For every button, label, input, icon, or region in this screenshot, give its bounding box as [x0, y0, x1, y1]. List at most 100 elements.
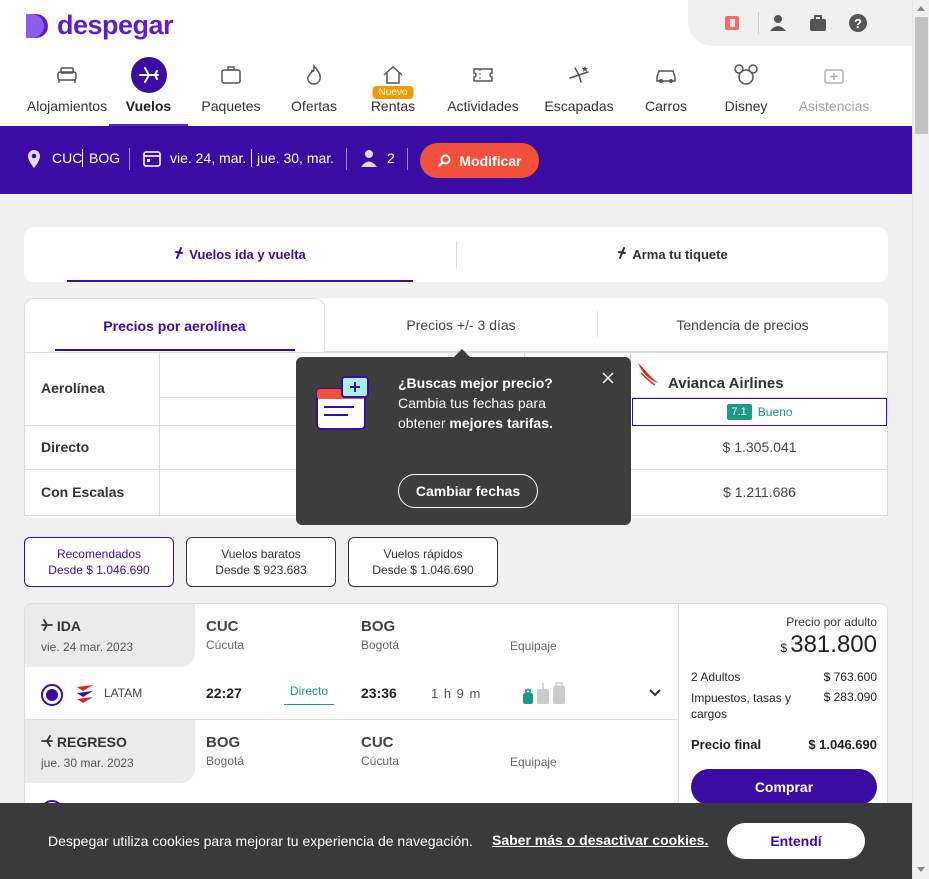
filter-recommended[interactable]: Recomendados Desde $ 1.046.690 — [24, 537, 174, 587]
direct-price[interactable]: $ 1.305.041 — [632, 439, 887, 455]
divider — [407, 148, 408, 170]
modify-search-button[interactable]: Modificar — [420, 143, 539, 178]
leg-type: REGRESO — [56, 734, 127, 750]
divider — [346, 148, 347, 170]
tab-price-trend[interactable]: Tendencia de precios — [597, 298, 888, 352]
filter-title: Recomendados — [56, 547, 142, 561]
outbound-to-city: Bogotá — [361, 638, 400, 652]
filter-title: Vuelos rápidos — [383, 547, 463, 561]
search-icon — [438, 154, 451, 167]
account-bar: ? — [688, 0, 912, 46]
scroll-down-icon[interactable] — [917, 867, 925, 872]
leg-type: IDA — [56, 618, 82, 634]
latam-logo-icon — [75, 683, 95, 708]
help-icon[interactable]: ? — [848, 13, 868, 33]
nav-item-alojamientos[interactable]: Alojamientos — [22, 58, 112, 126]
taxes-value: $ 283.090 — [823, 690, 877, 704]
depart-date[interactable]: vie. 24, mar. — [170, 150, 246, 166]
nav-label: Paquetes — [201, 98, 261, 114]
nav-label: Escapadas — [544, 98, 614, 114]
bed-icon — [22, 58, 112, 92]
outbound-from-city: Cúcuta — [206, 638, 245, 652]
return-baggage-label: Equipaje — [510, 755, 557, 769]
nav-item-actividades[interactable]: Actividades — [440, 58, 526, 126]
filter-fastest[interactable]: Vuelos rápidos Desde $ 1.046.690 — [348, 537, 498, 587]
return-date[interactable]: jue. 30, mar. — [257, 150, 334, 166]
nav-item-rentas[interactable]: Nuevo Rentas — [360, 58, 426, 126]
origin-code[interactable]: CUC — [52, 150, 82, 166]
filter-subtitle: Desde $ 1.046.690 — [48, 563, 150, 577]
row-label-direct: Directo — [41, 439, 90, 455]
avianca-logo-icon — [635, 359, 661, 390]
adults-value: $ 763.600 — [823, 670, 877, 684]
first-aid-icon — [793, 58, 875, 92]
outbound-flight-radio[interactable] — [41, 684, 63, 706]
change-dates-button[interactable]: Cambiar fechas — [398, 474, 538, 508]
outbound-tag: IDA vie. 24 mar. 2023 — [25, 604, 195, 667]
trip-type-tabs: Vuelos ida y vuelta Arma tu tiquete — [24, 227, 888, 282]
tooltip-message: ¿Buscas mejor precio? Cambia tus fechas … — [398, 373, 588, 433]
chevron-down-icon[interactable] — [648, 686, 662, 701]
plane-icon — [41, 619, 53, 631]
tab-build-ticket[interactable]: Arma tu tiquete — [457, 227, 888, 282]
tab-flexible-dates[interactable]: Precios +/- 3 días — [325, 298, 597, 352]
accept-cookies-button[interactable]: Entendí — [727, 823, 865, 859]
flame-icon — [279, 58, 349, 92]
nav-item-disney[interactable]: Disney — [716, 58, 776, 126]
user-icon[interactable] — [768, 13, 788, 33]
nav-label: Vuelos — [125, 98, 172, 114]
nav-label: Asistencias — [798, 98, 870, 114]
header: despegar ? Alojamientos Vuelos Paquetes … — [0, 0, 912, 126]
modify-label: Modificar — [459, 152, 522, 169]
direct-flight-label[interactable]: Directo — [284, 684, 334, 705]
location-pin-icon — [26, 149, 42, 172]
per-adult-value: 381.800 — [790, 631, 877, 658]
return-to-code: CUC — [361, 734, 394, 751]
outbound-from-code: CUC — [206, 618, 239, 635]
nav-label: Disney — [724, 98, 768, 114]
nav-item-carros[interactable]: Carros — [636, 58, 696, 126]
nav-item-paquetes[interactable]: Paquetes — [193, 58, 269, 126]
stops-price[interactable]: $ 1.211.686 — [632, 484, 887, 500]
plane-icon — [617, 247, 627, 262]
airline-latam: LATAM — [104, 686, 143, 700]
cookie-settings-link[interactable]: Saber más o desactivar cookies. — [492, 832, 708, 848]
briefcase-icon[interactable] — [808, 13, 828, 33]
plane-icon — [109, 57, 188, 93]
tab-label: Tendencia de precios — [676, 316, 809, 333]
return-tag: REGRESO jue. 30 mar. 2023 — [25, 720, 195, 783]
nav-label: Ofertas — [291, 98, 337, 114]
scrollbar-thumb[interactable] — [915, 17, 928, 134]
calendar-chat-icon — [314, 375, 372, 434]
nav-item-escapadas[interactable]: Escapadas — [540, 58, 618, 126]
gift-icon[interactable] — [722, 13, 742, 33]
passenger-count[interactable]: 2 — [387, 150, 395, 166]
nav-item-ofertas[interactable]: Ofertas — [279, 58, 349, 126]
tab-round-trip[interactable]: Vuelos ida y vuelta — [67, 227, 413, 282]
new-badge: Nuevo — [372, 86, 414, 99]
final-price-value: $ 1.046.690 — [808, 737, 877, 752]
close-icon[interactable] — [601, 371, 615, 385]
outbound-label: IDA — [41, 618, 81, 634]
buy-button[interactable]: Comprar — [691, 769, 877, 805]
scroll-up-icon[interactable] — [917, 6, 925, 11]
plane-icon — [41, 735, 53, 747]
airline-name[interactable]: Avianca Airlines — [668, 375, 784, 392]
logo-icon — [24, 12, 52, 40]
cookie-message: Despegar utiliza cookies para mejorar tu… — [48, 833, 473, 849]
plane-icon — [174, 247, 184, 262]
ticket-icon — [440, 58, 526, 92]
product-nav: Alojamientos Vuelos Paquetes Ofertas Nue… — [0, 57, 912, 126]
row-label-airline: Aerolínea — [41, 380, 105, 396]
per-adult-label: Precio por adulto — [786, 615, 877, 629]
logo[interactable]: despegar — [24, 10, 174, 41]
per-adult-price: $381.800 — [781, 631, 877, 659]
nav-item-asistencias[interactable]: Asistencias — [793, 58, 875, 126]
nav-item-vuelos[interactable]: Vuelos — [109, 57, 188, 126]
filter-cheapest[interactable]: Vuelos baratos Desde $ 923.683 — [186, 537, 336, 587]
return-label: REGRESO — [41, 734, 127, 750]
scrollbar[interactable] — [912, 0, 929, 879]
tab-airline-prices[interactable]: Precios por aerolínea — [24, 298, 325, 352]
destination-code[interactable]: BOG — [89, 150, 120, 166]
rating-score: 7.1 — [726, 404, 752, 420]
